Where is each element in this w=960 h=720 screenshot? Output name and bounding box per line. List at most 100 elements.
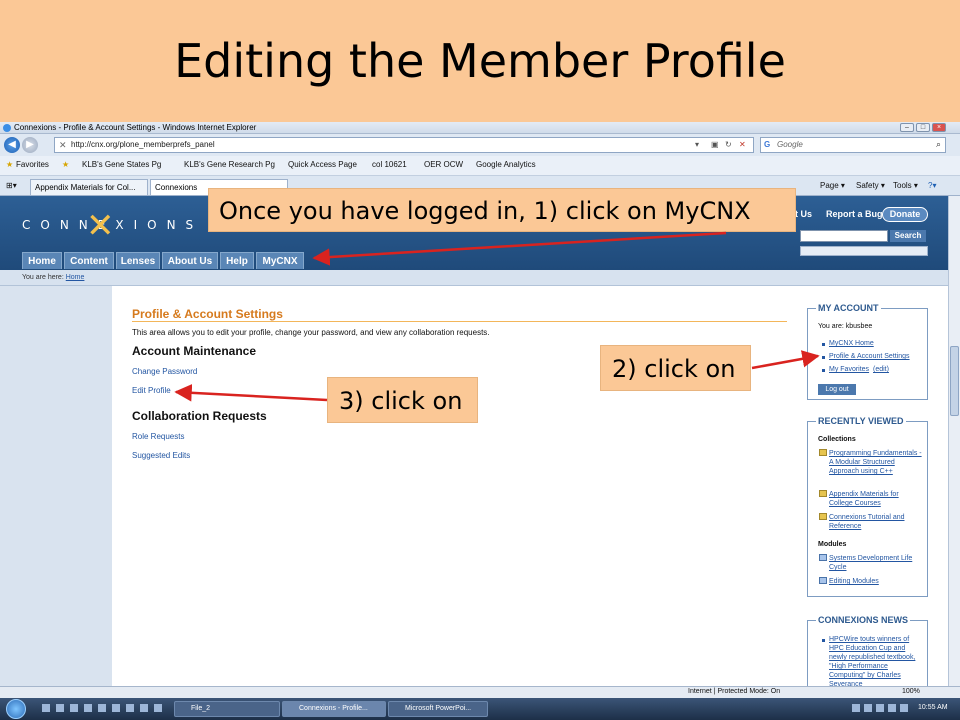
maximize-button[interactable]: □ <box>916 123 930 132</box>
quicklaunch-icon[interactable] <box>112 704 120 712</box>
fav-link-col[interactable]: col 10621 <box>372 160 407 169</box>
page-scrollbar[interactable] <box>948 196 960 686</box>
quicklaunch-icon[interactable] <box>98 704 106 712</box>
zoom-level[interactable]: 100% <box>902 688 920 695</box>
tray-icon[interactable] <box>852 704 860 712</box>
help-icon[interactable]: ?▾ <box>928 181 936 190</box>
volume-icon[interactable] <box>900 704 908 712</box>
fav-link-oer[interactable]: OER OCW <box>424 160 463 169</box>
search-input[interactable]: G Google ⌕ <box>760 137 946 153</box>
collection-icon <box>819 513 827 520</box>
tray-icon[interactable] <box>864 704 872 712</box>
my-account-title: MY ACCOUNT <box>816 303 881 313</box>
safety-menu[interactable]: Safety ▾ <box>856 181 885 190</box>
url-input[interactable]: ✕ http://cnx.org/plone_memberprefs_panel… <box>54 137 754 153</box>
collaboration-requests-title: Collaboration Requests <box>132 409 267 423</box>
nav-tab-about-us[interactable]: About Us <box>162 252 218 269</box>
favorites-star-icon: ★ <box>6 160 14 169</box>
my-favorites-link[interactable]: My Favorites <box>829 365 869 374</box>
change-password-link[interactable]: Change Password <box>132 367 197 376</box>
refresh-icon[interactable]: ↻ <box>725 140 732 149</box>
fav-link-gene-states[interactable]: KLB's Gene States Pg <box>82 160 161 169</box>
mycnx-home-link[interactable]: MyCNX Home <box>829 339 874 348</box>
url-text: http://cnx.org/plone_memberprefs_panel <box>71 140 215 149</box>
windows-taskbar: File_2 Connexions - Profile... Microsoft… <box>0 698 960 720</box>
callout-step2: 2) click on <box>600 345 751 391</box>
breadcrumb-home-link[interactable]: Home <box>66 274 85 281</box>
intro-text: This area allows you to edit your profil… <box>132 328 490 337</box>
fav-link-analytics[interactable]: Google Analytics <box>476 160 536 169</box>
bullet-icon <box>822 356 825 359</box>
fav-link-quick-access[interactable]: Quick Access Page <box>288 160 357 169</box>
site-search-button[interactable]: Search <box>890 230 926 242</box>
nav-tab-content[interactable]: Content <box>64 252 114 269</box>
recently-viewed-title: RECENTLY VIEWED <box>816 416 906 426</box>
profile-settings-link[interactable]: Profile & Account Settings <box>829 352 910 361</box>
taskbar-button-ie[interactable]: Connexions - Profile... <box>282 701 386 717</box>
quicklaunch-icon[interactable] <box>126 704 134 712</box>
nav-tab-mycnx[interactable]: MyCNX <box>256 252 304 269</box>
header-scrollbar[interactable] <box>800 246 928 256</box>
google-icon: G <box>764 140 771 149</box>
dropdown-icon[interactable]: ▾ <box>695 140 699 149</box>
nav-tab-home[interactable]: Home <box>22 252 62 269</box>
stop-icon[interactable]: ✕ <box>739 140 746 149</box>
report-bug-link[interactable]: Report a Bug <box>826 209 883 219</box>
quicklaunch-icon[interactable] <box>42 704 50 712</box>
heading-rule <box>132 321 787 322</box>
tray-icon[interactable] <box>876 704 884 712</box>
donate-button[interactable]: Donate <box>882 207 928 222</box>
site-favicon-icon: ✕ <box>59 140 67 150</box>
bullet-icon <box>822 369 825 372</box>
logo-x-icon: ✕ <box>86 206 115 246</box>
recent-collection-link[interactable]: Connexions Tutorial and Reference <box>829 513 923 531</box>
fav-link-gene-research[interactable]: KLB's Gene Research Pg <box>184 160 275 169</box>
edit-profile-link[interactable]: Edit Profile <box>132 386 171 395</box>
my-account-portlet: MY ACCOUNT You are: kbusbee MyCNX Home P… <box>807 303 928 400</box>
minimize-button[interactable]: – <box>900 123 914 132</box>
close-button[interactable]: × <box>932 123 946 132</box>
quicklaunch-icon[interactable] <box>154 704 162 712</box>
collection-icon <box>819 449 827 456</box>
browser-tab-appendix[interactable]: Appendix Materials for Col... <box>30 179 148 195</box>
clock[interactable]: 10:55 AM <box>918 704 948 711</box>
collections-label: Collections <box>818 436 856 443</box>
nav-tab-help[interactable]: Help <box>220 252 254 269</box>
window-title: Connexions - Profile & Account Settings … <box>14 123 257 132</box>
taskbar-button-powerpoint[interactable]: Microsoft PowerPoi... <box>388 701 488 717</box>
forward-icon[interactable]: ▶ <box>22 137 38 153</box>
role-requests-link[interactable]: Role Requests <box>132 432 184 441</box>
quicklaunch-icon[interactable] <box>70 704 78 712</box>
slide-title-band: Editing the Member Profile <box>0 0 960 122</box>
tray-icon[interactable] <box>888 704 896 712</box>
recent-module-link[interactable]: Systems Development Life Cycle <box>829 554 923 572</box>
breadcrumb: You are here: Home <box>0 270 960 286</box>
suggested-edits-link[interactable]: Suggested Edits <box>132 451 190 460</box>
news-item-link[interactable]: HPCWire touts winners of HPC Education C… <box>829 635 925 687</box>
compat-icon[interactable]: ▣ <box>711 140 719 149</box>
quicklaunch-icon[interactable] <box>84 704 92 712</box>
logout-button[interactable]: Log out <box>818 384 856 395</box>
add-favorite-icon[interactable]: ★ <box>62 160 69 169</box>
favorites-button[interactable]: Favorites <box>16 160 49 169</box>
quicklaunch-icon[interactable] <box>56 704 64 712</box>
back-icon[interactable]: ◀ <box>4 137 20 153</box>
tools-menu[interactable]: Tools ▾ <box>893 181 918 190</box>
site-search-input[interactable] <box>800 230 888 242</box>
taskbar-button-file[interactable]: File_2 <box>174 701 280 717</box>
address-bar-row: ◀ ▶ ✕ http://cnx.org/plone_memberprefs_p… <box>0 134 960 156</box>
nav-tab-lenses[interactable]: Lenses <box>116 252 160 269</box>
favorites-edit-link[interactable]: (edit) <box>873 365 889 374</box>
quick-tabs-icon[interactable]: ⊞▾ <box>6 181 17 190</box>
page-menu[interactable]: Page ▾ <box>820 181 845 190</box>
security-zone-text[interactable]: Internet | Protected Mode: On <box>688 688 780 695</box>
browser-status-bar: Internet | Protected Mode: On 100% <box>0 686 960 698</box>
browser-title-bar: Connexions - Profile & Account Settings … <box>0 122 960 134</box>
search-icon[interactable]: ⌕ <box>936 139 941 150</box>
quicklaunch-icon[interactable] <box>140 704 148 712</box>
recent-collection-link[interactable]: Programming Fundamentals - A Modular Str… <box>829 449 923 476</box>
start-button[interactable] <box>6 699 26 719</box>
recent-collection-link[interactable]: Appendix Materials for College Courses <box>829 490 923 508</box>
scroll-thumb[interactable] <box>950 346 959 416</box>
recent-module-link[interactable]: Editing Modules <box>829 577 923 586</box>
